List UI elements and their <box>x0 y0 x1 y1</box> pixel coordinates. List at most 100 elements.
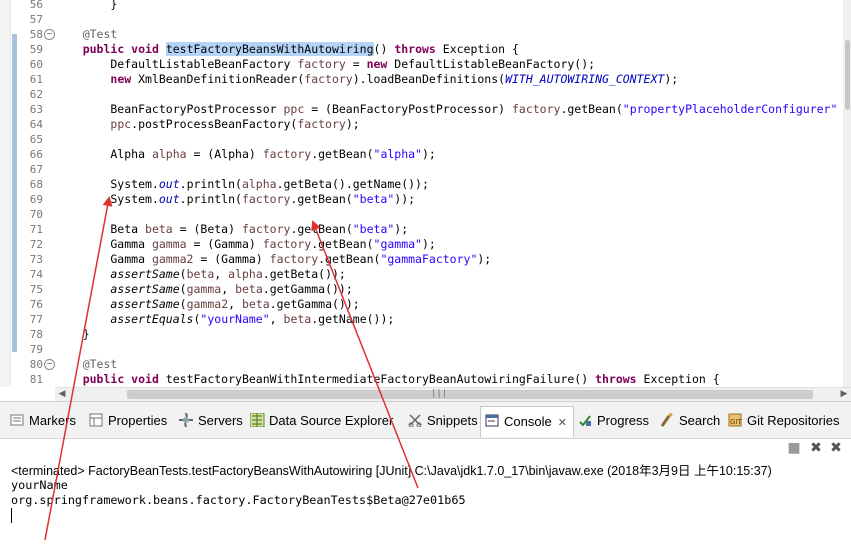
code-token: ); <box>421 147 436 161</box>
fold-toggle-icon[interactable]: − <box>44 359 55 370</box>
tab-properties[interactable]: Properties <box>89 410 167 432</box>
code-token: beta <box>241 297 270 311</box>
tab-markers[interactable]: Markers <box>10 410 76 432</box>
console-header: <terminated> FactoryBeanTests.testFactor… <box>11 464 772 478</box>
code-token: DefaultListableBeanFactory <box>55 57 298 71</box>
code-token: ( <box>179 282 187 296</box>
code-token: Alpha <box>55 147 152 161</box>
code-token: factory <box>269 252 319 266</box>
code-line[interactable]: assertEquals("yourName", beta.getName())… <box>55 312 394 327</box>
tab-label: Search <box>679 413 721 428</box>
code-token: ); <box>664 72 679 86</box>
code-editor[interactable]: 56 57 58 59 60 61 62 63 64 65 66 67 68 69 70 71 72 73 74 75… <box>0 0 851 387</box>
code-line[interactable]: public void testFactoryBeanWithIntermedi… <box>55 372 720 387</box>
code-token: ); <box>345 117 360 131</box>
line-number: 70 <box>29 208 43 221</box>
code-token: .getGamma()); <box>262 282 353 296</box>
terminate-icon[interactable]: ■ <box>786 440 802 456</box>
console-output[interactable]: <terminated> FactoryBeanTests.testFactor… <box>0 456 851 545</box>
code-line[interactable]: @Test <box>55 357 118 372</box>
tab-label: Console <box>504 414 552 429</box>
line-number: 63 <box>29 103 43 116</box>
tab-progress[interactable]: Progress <box>578 410 649 432</box>
tab-servers[interactable]: Servers <box>179 410 243 432</box>
tab-console[interactable]: Console ✕ <box>480 406 574 437</box>
code-token: = (Alpha) <box>186 147 263 161</box>
close-icon[interactable]: ✕ <box>558 408 567 438</box>
line-number: 73 <box>29 253 43 266</box>
code-line[interactable]: System.out.println(alpha.getBeta().getNa… <box>55 177 429 192</box>
code-token: () <box>373 42 395 56</box>
code-token: factory <box>241 192 291 206</box>
code-token: factory <box>241 222 291 236</box>
code-token: throws <box>595 372 637 386</box>
code-token: System. <box>55 192 159 206</box>
code-token: WITH_AUTOWIRING_CONTEXT <box>505 72 665 86</box>
horizontal-scroll-thumb[interactable] <box>127 390 813 399</box>
tab-label: Data Source Explorer <box>269 413 394 428</box>
code-token: "gamma" <box>373 237 422 251</box>
code-token: ( <box>179 267 187 281</box>
line-number: 74 <box>29 268 43 281</box>
tab-search[interactable]: Search <box>660 410 720 432</box>
code-token: factory <box>511 102 561 116</box>
code-line[interactable]: } <box>55 0 117 12</box>
code-token: assertSame <box>110 297 180 311</box>
code-token: public void <box>82 42 159 56</box>
vertical-scroll-thumb[interactable] <box>845 40 850 110</box>
code-line[interactable]: } <box>55 327 90 342</box>
code-line[interactable]: assertSame(gamma, beta.getGamma()); <box>55 282 353 297</box>
code-line[interactable]: DefaultListableBeanFactory factory = new… <box>55 57 595 72</box>
code-line[interactable]: Gamma gamma = (Gamma) factory.getBean("g… <box>55 237 435 252</box>
code-token: Exception { <box>636 372 720 386</box>
code-line[interactable]: BeanFactoryPostProcessor ppc = (BeanFact… <box>55 102 837 117</box>
scroll-right-icon[interactable]: ▶ <box>837 388 851 401</box>
code-token: "yourName" <box>200 312 270 326</box>
line-number: 76 <box>29 298 43 311</box>
code-token: @Test <box>82 357 118 371</box>
tab-git-repositories[interactable]: GIT Git Repositories <box>728 410 839 432</box>
fold-toggle-icon[interactable]: − <box>44 29 55 40</box>
code-line[interactable]: Alpha alpha = (Alpha) factory.getBean("a… <box>55 147 436 162</box>
line-number: 62 <box>29 88 43 101</box>
code-line[interactable]: Beta beta = (Beta) factory.getBean("beta… <box>55 222 408 237</box>
code-token: out <box>158 192 180 206</box>
code-line[interactable]: Gamma gamma2 = (Gamma) factory.getBean("… <box>55 252 491 267</box>
code-token: Gamma <box>55 237 152 251</box>
code-line[interactable]: assertSame(beta, alpha.getBeta()); <box>55 267 345 282</box>
remove-launch-icon[interactable]: ✖ <box>808 440 824 456</box>
code-line[interactable]: @Test <box>55 27 118 42</box>
remove-all-terminated-icon[interactable]: ✖ <box>828 440 844 456</box>
code-line[interactable]: new XmlBeanDefinitionReader(factory).loa… <box>55 72 678 87</box>
code-token: new <box>110 72 132 86</box>
horizontal-scrollbar[interactable]: ◀ ||| ▶ <box>55 387 851 401</box>
line-number: 72 <box>29 238 43 251</box>
code-token: ( <box>179 297 187 311</box>
code-token: factory <box>304 72 353 86</box>
properties-icon <box>89 412 104 427</box>
tab-label: Git Repositories <box>747 413 840 428</box>
code-token: gamma <box>151 237 187 251</box>
line-number: 69 <box>29 193 43 206</box>
tab-snippets[interactable]: Snippets <box>408 410 478 432</box>
selected-method-name: testFactoryBeansWithAutowiring <box>165 42 374 56</box>
scroll-left-icon[interactable]: ◀ <box>55 388 69 401</box>
code-token: XmlBeanDefinitionReader( <box>131 72 305 86</box>
code-token: ).loadBeanDefinitions( <box>352 72 506 86</box>
code-token: Exception { <box>435 42 519 56</box>
code-token: .getBean( <box>311 237 374 251</box>
code-token: assertSame <box>110 282 180 296</box>
line-number: 75 <box>29 283 43 296</box>
code-token: .getName()); <box>311 312 395 326</box>
tab-data-source-explorer[interactable]: Data Source Explorer <box>249 410 394 432</box>
scroll-grip: ||| <box>431 389 448 399</box>
code-token: DefaultListableBeanFactory(); <box>387 57 596 71</box>
code-line[interactable]: System.out.println(factory.getBean("beta… <box>55 192 415 207</box>
code-line[interactable]: ppc.postProcessBeanFactory(factory); <box>55 117 360 132</box>
svg-text:GIT: GIT <box>730 418 742 426</box>
code-line[interactable]: assertSame(gamma2, beta.getGamma()); <box>55 297 359 312</box>
code-line[interactable]: public void testFactoryBeansWithAutowiri… <box>55 42 519 57</box>
